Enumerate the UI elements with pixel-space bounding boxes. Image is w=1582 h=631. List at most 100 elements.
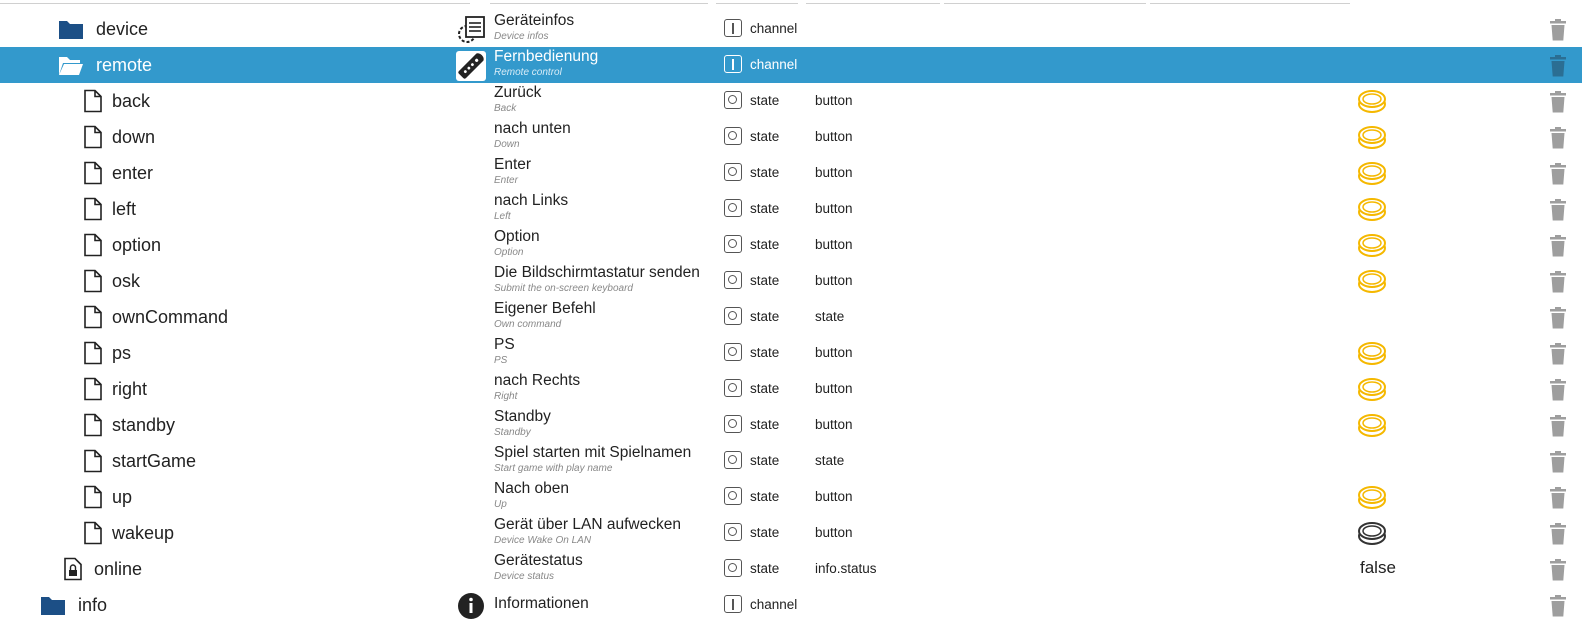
push-button-icon[interactable]	[1356, 411, 1388, 444]
push-button-icon[interactable]	[1356, 123, 1388, 156]
info-icon	[456, 591, 486, 621]
tree-row-ownCommand[interactable]: ownCommand Eigener Befehl Own command state…	[0, 299, 1582, 335]
tree-row-online[interactable]: online Gerätestatus Device status state info…	[0, 551, 1582, 587]
object-name[interactable]: info	[78, 595, 107, 616]
push-button-icon[interactable]	[1356, 483, 1388, 516]
tree-row-osk[interactable]: osk Die Bildschirmtastatur senden Submit t…	[0, 263, 1582, 299]
object-role: button	[815, 525, 853, 540]
object-name[interactable]: osk	[112, 271, 140, 292]
object-name[interactable]: ps	[112, 343, 131, 364]
object-role: button	[815, 417, 853, 432]
tree-row-device[interactable]: device Geräteinfos Device infos channel	[0, 11, 1582, 47]
object-title: Option	[494, 228, 540, 245]
push-button-icon[interactable]	[1356, 519, 1388, 552]
trash-icon[interactable]	[1548, 271, 1568, 293]
push-button-icon[interactable]	[1356, 339, 1388, 372]
object-type: state	[750, 561, 780, 576]
object-tree: device Geräteinfos Device infos channel remo…	[0, 11, 1582, 623]
tree-row-info[interactable]: info Informationen channel	[0, 587, 1582, 623]
object-value[interactable]: false	[1360, 558, 1396, 578]
object-name[interactable]: right	[112, 379, 147, 400]
trash-icon[interactable]	[1548, 487, 1568, 509]
object-name[interactable]: online	[94, 559, 142, 580]
object-subtitle: Own command	[494, 319, 562, 330]
tree-row-wakeup[interactable]: wakeup Gerät über LAN aufwecken Device Wak…	[0, 515, 1582, 551]
object-title: Eigener Befehl	[494, 300, 596, 317]
object-title: nach Links	[494, 192, 569, 209]
object-type: channel	[750, 21, 798, 36]
tree-row-startGame[interactable]: startGame Spiel starten mit Spielnamen Sta…	[0, 443, 1582, 479]
trash-icon[interactable]	[1548, 559, 1568, 581]
trash-icon[interactable]	[1548, 163, 1568, 185]
file-icon	[80, 233, 106, 257]
trash-icon[interactable]	[1548, 379, 1568, 401]
tree-row-enter[interactable]: enter Enter Enter state button	[0, 155, 1582, 191]
folder-icon	[58, 17, 84, 41]
file-icon	[80, 125, 106, 149]
object-title: Enter	[494, 156, 532, 173]
push-button-icon[interactable]	[1356, 87, 1388, 120]
trash-icon[interactable]	[1548, 235, 1568, 257]
trash-icon[interactable]	[1548, 55, 1568, 77]
trash-icon[interactable]	[1548, 343, 1568, 365]
object-name[interactable]: standby	[112, 415, 175, 436]
state-type-icon	[724, 91, 742, 109]
object-name[interactable]: option	[112, 235, 161, 256]
object-name[interactable]: remote	[96, 55, 152, 76]
object-subtitle: Enter	[494, 175, 518, 186]
state-type-icon	[724, 379, 742, 397]
object-name[interactable]: device	[96, 19, 148, 40]
tree-row-ps[interactable]: ps PS PS state button	[0, 335, 1582, 371]
trash-icon[interactable]	[1548, 199, 1568, 221]
object-type: channel	[750, 597, 798, 612]
object-subtitle: Left	[494, 211, 511, 222]
push-button-icon[interactable]	[1356, 267, 1388, 300]
push-button-icon[interactable]	[1356, 231, 1388, 264]
trash-icon[interactable]	[1548, 451, 1568, 473]
device-info-icon	[456, 15, 486, 45]
object-subtitle: Back	[494, 103, 517, 114]
push-button-icon[interactable]	[1356, 375, 1388, 408]
tree-row-option[interactable]: option Option Option state button	[0, 227, 1582, 263]
trash-icon[interactable]	[1548, 91, 1568, 113]
tree-row-standby[interactable]: standby Standby Standby state button	[0, 407, 1582, 443]
object-type: state	[750, 201, 780, 216]
object-type: state	[750, 93, 780, 108]
object-type: channel	[750, 57, 798, 72]
object-name[interactable]: up	[112, 487, 132, 508]
object-subtitle: Submit the on-screen keyboard	[494, 283, 633, 294]
trash-icon[interactable]	[1548, 523, 1568, 545]
trash-icon[interactable]	[1548, 127, 1568, 149]
tree-row-down[interactable]: down nach unten Down state button	[0, 119, 1582, 155]
push-button-icon[interactable]	[1356, 195, 1388, 228]
channel-type-icon	[724, 19, 742, 37]
file-icon	[80, 161, 106, 185]
tree-row-right[interactable]: right nach Rechts Right state button	[0, 371, 1582, 407]
object-type: state	[750, 489, 780, 504]
trash-icon[interactable]	[1548, 415, 1568, 437]
object-title: Informationen	[494, 595, 589, 612]
file-icon	[80, 89, 106, 113]
tree-row-left[interactable]: left nach Links Left state button	[0, 191, 1582, 227]
tree-row-up[interactable]: up Nach oben Up state button	[0, 479, 1582, 515]
trash-icon[interactable]	[1548, 595, 1568, 617]
object-name[interactable]: enter	[112, 163, 153, 184]
object-type: state	[750, 417, 780, 432]
object-name[interactable]: left	[112, 199, 136, 220]
trash-icon[interactable]	[1548, 19, 1568, 41]
object-role: button	[815, 237, 853, 252]
object-subtitle: Device status	[494, 571, 555, 582]
trash-icon[interactable]	[1548, 307, 1568, 329]
object-type: state	[750, 309, 780, 324]
object-name[interactable]: ownCommand	[112, 307, 228, 328]
object-name[interactable]: back	[112, 91, 150, 112]
object-name[interactable]: down	[112, 127, 155, 148]
tree-row-back[interactable]: back Zurück Back state button	[0, 83, 1582, 119]
tree-row-remote[interactable]: remote Fernbedienung Remote control channel	[0, 47, 1582, 83]
object-name[interactable]: wakeup	[112, 523, 174, 544]
push-button-icon[interactable]	[1356, 159, 1388, 192]
object-name[interactable]: startGame	[112, 451, 196, 472]
object-subtitle: Device infos	[494, 31, 549, 42]
object-role: button	[815, 273, 853, 288]
object-title: nach unten	[494, 120, 571, 137]
